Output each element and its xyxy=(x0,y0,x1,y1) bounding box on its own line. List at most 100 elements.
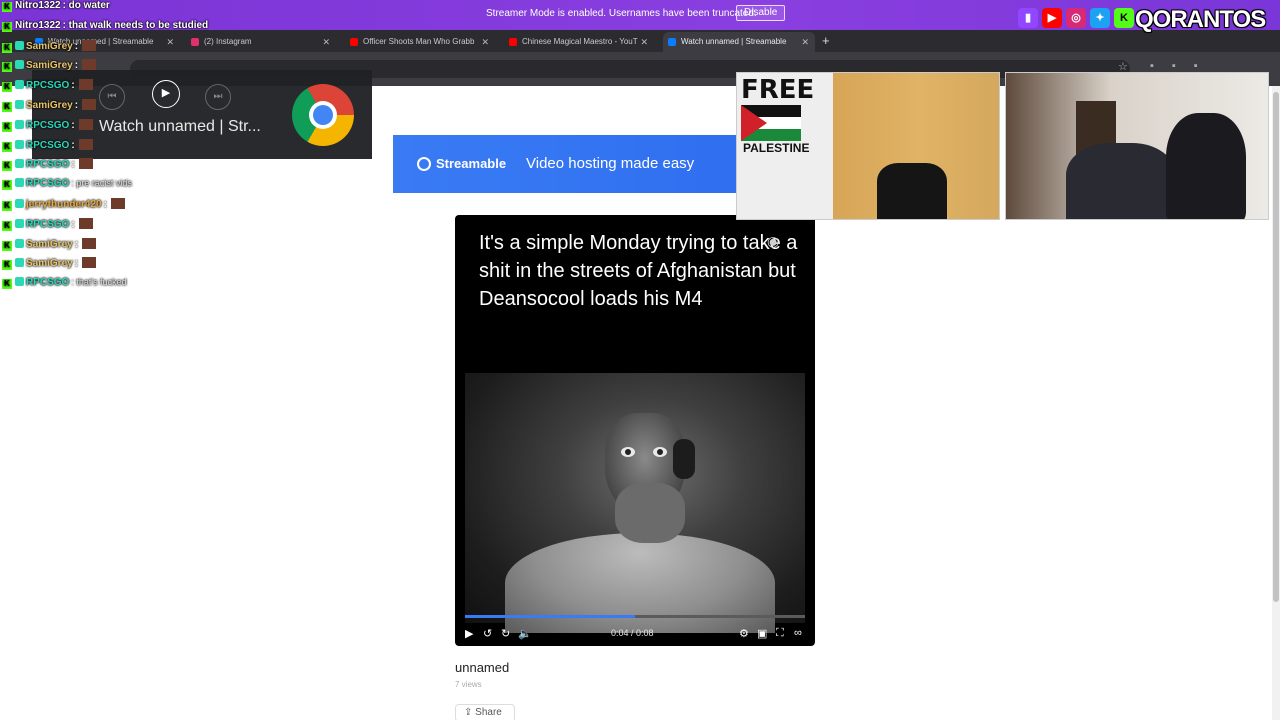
previous-track-icon[interactable]: ⏮ xyxy=(99,84,125,110)
chat-line: K RPCSGO: xyxy=(2,118,93,133)
kick-badge-icon: K xyxy=(2,42,12,53)
chair-shape xyxy=(877,163,947,219)
chat-username[interactable]: RPCSGO xyxy=(26,140,69,151)
chat-username[interactable]: RPCSGO xyxy=(26,159,69,170)
emote-icon xyxy=(78,138,93,150)
chat-line: K SamiGrey: xyxy=(2,237,97,252)
progress-bar[interactable] xyxy=(465,615,805,618)
headset-shape xyxy=(673,439,695,479)
kick-badge-icon: K xyxy=(2,2,12,12)
kick-badge-icon: K xyxy=(2,180,12,191)
chat-username[interactable]: SamiGrey xyxy=(26,60,73,71)
chat-username[interactable]: Nitro1322 xyxy=(15,0,61,11)
tab-streamable-active[interactable]: Watch unnamed | Streamable ✕ xyxy=(663,32,815,52)
view-count: 7 views xyxy=(455,680,482,689)
disable-streamer-mode-button[interactable]: Disable xyxy=(736,5,786,21)
chat-username[interactable]: Nitro1322 xyxy=(15,20,61,31)
kick-badge-icon: K xyxy=(2,201,12,211)
chat-username[interactable]: RPCSGO xyxy=(26,178,69,189)
poster-palestine-text: PALESTINE xyxy=(743,141,810,155)
chat-message: : xyxy=(74,100,79,111)
chat-message: : xyxy=(74,60,79,72)
time-display: 0:04 / 0:08 xyxy=(611,628,654,638)
streamable-banner[interactable]: Streamable Video hosting made easy xyxy=(393,135,743,193)
kick-badge-icon: K xyxy=(2,260,12,271)
subscriber-badge-icon xyxy=(15,139,24,149)
chat-username[interactable]: SamiGrey xyxy=(26,100,73,111)
kick-badge-icon: K xyxy=(2,62,12,73)
chat-message: : xyxy=(74,258,79,270)
twitter-icon: ✦ xyxy=(1090,8,1110,28)
chat-username[interactable]: SamiGrey xyxy=(26,41,73,52)
person-shape xyxy=(1066,143,1176,219)
tab-officer-video[interactable]: Officer Shoots Man Who Grabb ✕ xyxy=(345,32,495,52)
forward-icon[interactable]: ↻ xyxy=(501,627,510,640)
shirt-shape xyxy=(505,533,775,633)
poster: FREE PALESTINE xyxy=(737,73,833,219)
chrome-icon xyxy=(292,84,354,146)
chat-line: K SamiGrey: xyxy=(2,39,97,54)
chat-username[interactable]: SamiGrey xyxy=(26,258,73,269)
chat-line: K SamiGrey: xyxy=(2,59,97,73)
emote-icon xyxy=(78,79,93,91)
subscriber-badge-icon xyxy=(15,238,24,248)
emote-icon xyxy=(78,118,93,130)
emote-icon xyxy=(82,99,97,110)
play-icon[interactable]: ▶ xyxy=(465,627,473,640)
emote-icon xyxy=(78,158,93,170)
kick-badge-icon: K xyxy=(2,102,12,112)
kick-badge-icon: K xyxy=(2,21,12,32)
subscriber-badge-icon xyxy=(15,60,24,70)
extensions-icon[interactable]: ▪▪▪ xyxy=(1150,60,1216,72)
chat-username[interactable]: SamiGrey xyxy=(26,239,73,250)
video-controls: ▶ ↺ ↻ 🔈 0:04 / 0:08 ⚙ ▣ ⛶ ∞ xyxy=(455,625,815,643)
tab-instagram[interactable]: (2) Instagram ✕ xyxy=(186,32,336,52)
tab-label: Officer Shoots Man Who Grabb xyxy=(363,37,475,46)
streamable-logo-icon[interactable]: ∞ xyxy=(794,627,802,639)
close-tab-icon[interactable]: ✕ xyxy=(322,32,330,52)
subscriber-badge-icon xyxy=(15,218,24,228)
next-track-icon[interactable]: ⏭ xyxy=(205,84,231,110)
chat-username[interactable]: RPCSGO xyxy=(26,120,69,131)
youtube-favicon-icon xyxy=(509,38,517,46)
scrollbar-thumb[interactable] xyxy=(1273,92,1279,602)
close-tab-icon[interactable]: ✕ xyxy=(166,32,174,52)
hidden-eye-icon: ◉ xyxy=(767,233,780,249)
new-tab-button[interactable]: + xyxy=(822,30,830,52)
video-player[interactable]: It's a simple Monday trying to take a sh… xyxy=(455,215,815,646)
close-tab-icon[interactable]: ✕ xyxy=(481,32,489,52)
share-label: Share xyxy=(475,707,502,718)
share-button[interactable]: ⇪ Share xyxy=(455,704,515,720)
chat-message: : that walk needs to be studied xyxy=(62,19,209,31)
chat-line: K RPCSGO: xyxy=(2,79,93,93)
video-title: unnamed xyxy=(455,660,510,675)
chat-line: K RPCSGO: that's fucked xyxy=(2,277,127,291)
tab-label: Watch unnamed | Streamable xyxy=(681,37,787,46)
emote-icon xyxy=(82,39,97,51)
close-tab-icon[interactable]: ✕ xyxy=(640,32,648,52)
subscriber-badge-icon xyxy=(15,40,24,50)
fullscreen-icon[interactable]: ⛶ xyxy=(776,627,784,640)
emote-icon xyxy=(82,59,97,71)
chat-username[interactable]: RPCSGO xyxy=(26,219,69,230)
tab-chinese-maestro[interactable]: Chinese Magical Maestro - YouT ✕ xyxy=(504,32,654,52)
subscriber-badge-icon xyxy=(15,100,24,109)
kick-badge-icon: K xyxy=(2,141,12,152)
settings-gear-icon[interactable]: ⚙ xyxy=(739,627,749,640)
chat-line: K SamiGrey: xyxy=(2,99,97,113)
channel-brand: QORANTOS xyxy=(1135,6,1266,33)
chat-username[interactable]: RPCSGO xyxy=(26,277,69,288)
banner-tagline: Video hosting made easy xyxy=(526,155,695,172)
volume-icon[interactable]: 🔈 xyxy=(518,627,532,640)
kick-badge-icon: K xyxy=(2,161,12,172)
chat-message: : do water xyxy=(62,0,110,11)
chat-username[interactable]: jerrythunder420 xyxy=(26,199,102,210)
kick-badge-icon: K xyxy=(2,121,12,132)
kick-badge-icon: K xyxy=(2,279,12,290)
play-button[interactable]: ▶ xyxy=(152,80,180,108)
rewind-icon[interactable]: ↺ xyxy=(483,627,492,640)
close-tab-icon[interactable]: ✕ xyxy=(801,32,809,52)
chat-username[interactable]: RPCSGO xyxy=(26,80,69,91)
kick-icon: K xyxy=(1114,8,1134,28)
picture-in-picture-icon[interactable]: ▣ xyxy=(757,627,767,640)
